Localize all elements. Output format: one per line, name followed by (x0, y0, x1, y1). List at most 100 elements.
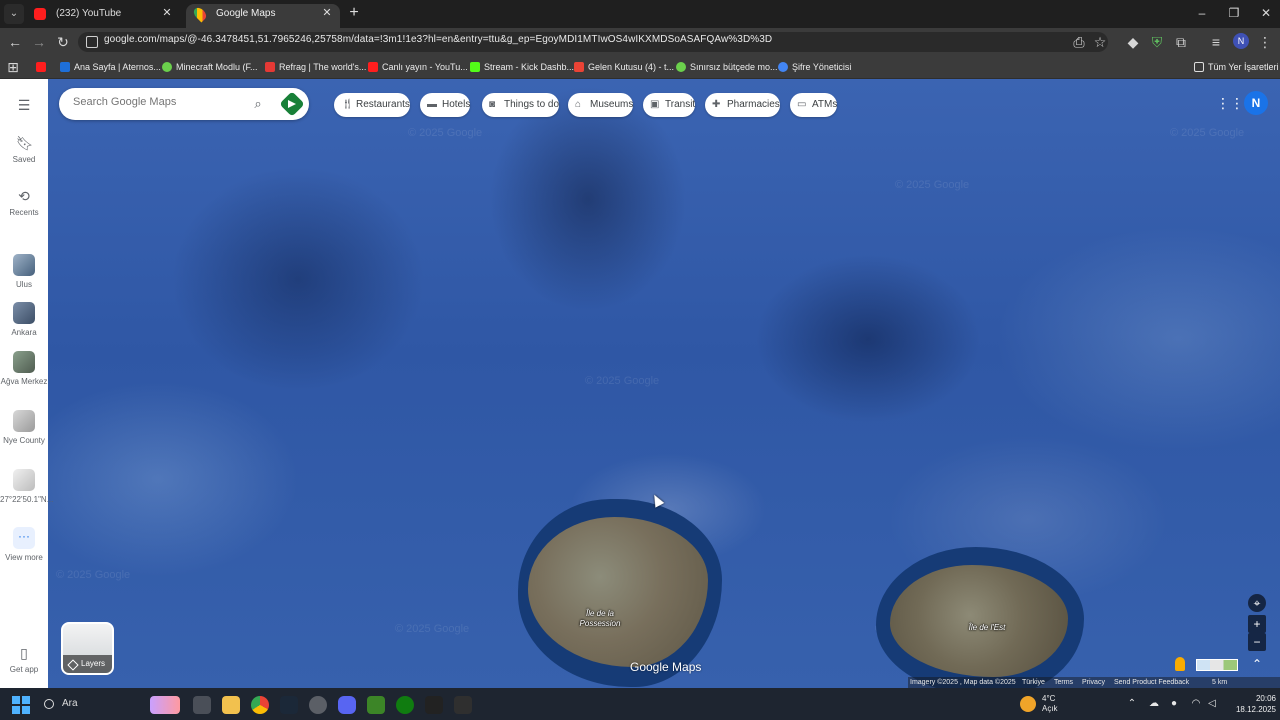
island-ile-de-l-est[interactable]: Île de l'Est (876, 547, 1084, 688)
install-app-icon[interactable]: ⎙ (1070, 33, 1088, 51)
search-input[interactable] (73, 96, 233, 108)
microphone-icon[interactable]: ● (1168, 698, 1180, 710)
search-highlight-icon[interactable] (150, 696, 180, 714)
google-apps-icon[interactable]: ⋮⋮ (1216, 95, 1244, 111)
scale-label[interactable]: 5 km (1212, 677, 1227, 688)
terms-link[interactable]: Terms (1054, 677, 1073, 688)
history-icon: ⟲ (18, 188, 30, 204)
xbox-icon[interactable] (396, 696, 414, 714)
power-icon (162, 62, 172, 72)
bookmark-item[interactable]: Stream - Kick Dashb... (468, 60, 574, 75)
map-type-toggle[interactable] (1196, 659, 1238, 671)
sidebar-item-recents[interactable]: ⟲ Recents (0, 188, 48, 217)
sidebar-item-ulus[interactable]: Ulus (0, 254, 48, 289)
all-bookmarks-label: Tüm Yer İşaretleri (1208, 62, 1279, 72)
start-button[interactable] (12, 696, 30, 714)
maximize-button[interactable]: ❐ (1220, 4, 1248, 22)
discord-icon[interactable] (338, 696, 356, 714)
new-tab-button[interactable]: + (346, 5, 362, 21)
menu-button[interactable]: ☰ (0, 97, 48, 117)
apps-grid-icon[interactable]: ⊞ (4, 58, 22, 76)
chrome-icon[interactable] (251, 696, 269, 714)
chip-museums[interactable]: ⌂ Museums (568, 93, 634, 117)
bookmark-youtube[interactable] (36, 60, 46, 75)
sidebar-item-coordinates[interactable]: 27°22'50.1"N... (0, 469, 53, 505)
menu-icon[interactable]: ⋮ (1256, 33, 1274, 51)
chip-hotels[interactable]: ▬ Hotels (420, 93, 471, 117)
address-bar[interactable]: google.com/maps/@-46.3478451,51.7965246,… (78, 32, 1108, 52)
camera-icon: ◙ (489, 99, 496, 110)
sidebar-item-get-app[interactable]: ▯ Get app (0, 645, 48, 674)
privacy-link[interactable]: Privacy (1082, 677, 1105, 688)
chip-things-to-do[interactable]: ◙ Things to do (482, 93, 560, 117)
island-label-line: Possession (579, 619, 621, 628)
file-explorer-icon[interactable] (222, 696, 240, 714)
app-icon[interactable] (425, 696, 443, 714)
island-terrain (890, 565, 1068, 677)
all-bookmarks[interactable]: Tüm Yer İşaretleri (1192, 60, 1279, 75)
sidebar-item-view-more[interactable]: ··· View more (0, 527, 48, 563)
pegman-icon[interactable] (1175, 657, 1185, 671)
bookmark-item[interactable]: Minecraft Modlu (F... (160, 60, 258, 75)
zoom-out-button[interactable]: − (1248, 633, 1266, 651)
close-window-button[interactable]: ✕ (1252, 4, 1280, 22)
sidebar-item-label: Get app (9, 665, 39, 674)
tab-google-maps[interactable]: Google Maps ✕ (186, 4, 340, 28)
reload-icon[interactable]: ↻ (54, 33, 72, 51)
expand-icon[interactable]: ⌃ (1250, 657, 1264, 671)
search-icon[interactable]: ⌕ (249, 95, 267, 113)
directions-icon[interactable] (279, 91, 305, 117)
wifi-icon[interactable]: ◠ (1190, 698, 1202, 710)
feedback-link[interactable]: Send Product Feedback (1114, 677, 1189, 688)
weather-icon (1020, 696, 1036, 712)
sidebar-item-label: Recents (9, 208, 39, 217)
bookmark-item[interactable]: Şifre Yöneticisi (776, 60, 851, 75)
bookmark-item[interactable]: Refrag | The world's... (263, 60, 366, 75)
place-thumbnail (13, 302, 35, 324)
forward-icon[interactable]: → (30, 33, 48, 51)
bookmark-item[interactable]: Gelen Kutusu (4) - t... (572, 60, 674, 75)
sidebar-item-nye-county[interactable]: Nye County (0, 410, 48, 446)
country-link[interactable]: Türkiye (1022, 677, 1045, 688)
bookmark-item[interactable]: Canlı yayın - YouTu... (366, 60, 468, 75)
chevron-up-icon[interactable]: ⌃ (1126, 698, 1138, 710)
sidebar-item-ankara[interactable]: Ankara (0, 302, 48, 337)
epic-games-icon[interactable] (454, 696, 472, 714)
tab-youtube[interactable]: (232) YouTube ✕ (26, 4, 180, 28)
media-control-icon[interactable]: ≡ (1207, 33, 1225, 51)
close-icon[interactable]: ✕ (160, 6, 174, 20)
bookmark-star-icon[interactable]: ☆ (1091, 33, 1109, 51)
extensions-puzzle-icon[interactable]: ⧉ (1172, 33, 1190, 51)
task-view-icon[interactable] (193, 696, 211, 714)
site-info-icon[interactable] (86, 36, 98, 48)
chip-restaurants[interactable]: 🍴︎ Restaurants (334, 93, 410, 117)
clock[interactable]: 20:06 18.12.2025 (1226, 693, 1276, 715)
sidebar-item-saved[interactable]: 🔖︎ Saved (0, 135, 48, 164)
zoom-in-button[interactable]: + (1248, 615, 1266, 633)
chip-pharmacies[interactable]: ✚ Pharmacies (705, 93, 780, 117)
profile-avatar[interactable]: N (1233, 33, 1249, 49)
minimize-button[interactable]: – (1188, 4, 1216, 22)
account-avatar[interactable]: N (1244, 91, 1268, 115)
island-ile-de-la-possession[interactable]: Île de la Possession (518, 499, 722, 687)
back-icon[interactable]: ← (6, 33, 24, 51)
chip-transit[interactable]: ▣ Transit (643, 93, 696, 117)
close-icon[interactable]: ✕ (320, 6, 334, 20)
tab-search-button[interactable]: ⌄ (4, 4, 24, 24)
weather-widget[interactable]: 4°C Açık (1020, 694, 1100, 718)
phone-icon: ▯ (20, 645, 28, 661)
bookmark-item[interactable]: Ana Sayfa | Aternos... (58, 60, 161, 75)
speaker-icon[interactable]: ◁ (1206, 698, 1218, 710)
my-location-button[interactable]: ⌖ (1248, 594, 1266, 612)
onedrive-icon[interactable]: ☁ (1148, 698, 1160, 710)
bookmark-item[interactable]: Sınırsız bütçede mo... (674, 60, 778, 75)
layers-button[interactable]: Layers (61, 622, 114, 675)
sidebar-item-agva-merkez[interactable]: Ağva Merkez (0, 351, 48, 387)
extension-icon[interactable]: ◆ (1124, 33, 1142, 51)
app-icon[interactable] (309, 696, 327, 714)
extension-shield-icon[interactable]: ⛨ (1148, 33, 1166, 51)
chip-atms[interactable]: ▭ ATMs (790, 93, 838, 117)
steam-icon[interactable] (280, 696, 298, 714)
minecraft-icon[interactable] (367, 696, 385, 714)
place-thumbnail (13, 351, 35, 373)
